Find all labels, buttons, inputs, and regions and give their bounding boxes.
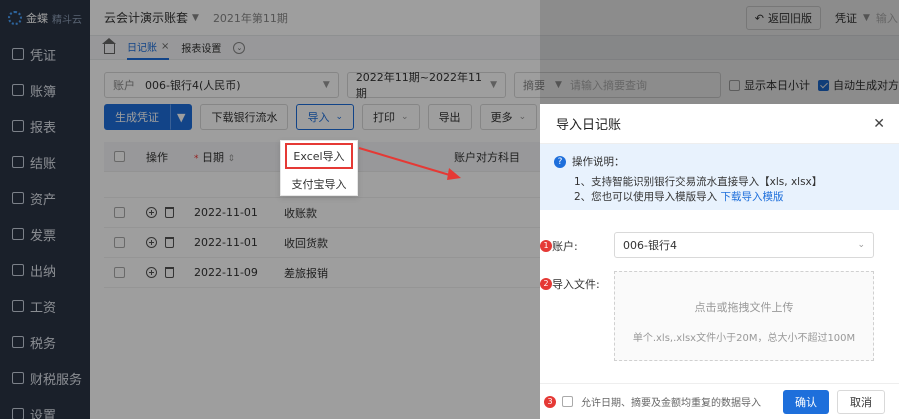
instruction-line-2: 2、您也可以使用导入模版导入 下载导入模版 [554, 190, 885, 205]
cancel-button[interactable]: 取消 [837, 390, 885, 414]
step-badge: 3 [544, 395, 556, 408]
download-template-link[interactable]: 下载导入模版 [721, 191, 784, 203]
allow-duplicate-checkbox[interactable] [562, 396, 573, 407]
allow-duplicate-label: 允许日期、摘要及金额均重复的数据导入 [581, 398, 761, 409]
file-upload-dropzone[interactable]: 点击或拖拽文件上传 单个.xls,.xlsx文件小于20M，总大小不超过100M [614, 271, 874, 361]
file-field-label: 2 导入文件: [540, 276, 600, 292]
account-field-label: 1 账户: [540, 238, 578, 254]
close-icon[interactable]: ✕ [873, 116, 885, 132]
instructions-panel: ? 操作说明： 1、支持智能识别银行交易流水直接导入【xls, xlsx】 2、… [540, 144, 899, 210]
upload-main-text: 点击或拖拽文件上传 [694, 301, 794, 314]
label-text: 导入文件: [552, 278, 600, 291]
dialog-account-value: 006-银行4 [623, 239, 677, 252]
excel-import-item[interactable]: Excel导入 [285, 143, 353, 169]
step-badge: 1 [540, 240, 552, 252]
dialog-header: 导入日记账 ✕ [540, 104, 899, 144]
dialog-footer: 3 允许日期、摘要及金额均重复的数据导入 确认 取消 [540, 383, 899, 419]
upload-hint-text: 单个.xls,.xlsx文件小于20M，总大小不超过100M [632, 333, 856, 344]
instructions-title: 操作说明： [572, 156, 625, 168]
modal-mask [0, 0, 540, 419]
dialog-account-select[interactable]: 006-银行4 ⌄ [614, 232, 874, 258]
help-icon: ? [554, 155, 566, 168]
label-text: 账户: [552, 240, 578, 253]
chevron-down-icon: ⌄ [857, 240, 865, 250]
confirm-button[interactable]: 确认 [783, 390, 829, 414]
dialog-title: 导入日记账 [556, 118, 622, 133]
import-dropdown-menu: Excel导入 支付宝导入 [280, 140, 358, 196]
annotation-arrow-icon [358, 147, 461, 180]
alipay-import-item[interactable]: 支付宝导入 [285, 171, 353, 197]
step-badge: 2 [540, 278, 552, 290]
instruction-line-1: 1、支持智能识别银行交易流水直接导入【xls, xlsx】 [574, 176, 823, 188]
import-journal-dialog: 导入日记账 ✕ ? 操作说明： 1、支持智能识别银行交易流水直接导入【xls, … [540, 104, 899, 419]
instruction-line-2-text: 2、您也可以使用导入模版导入 [574, 191, 718, 203]
